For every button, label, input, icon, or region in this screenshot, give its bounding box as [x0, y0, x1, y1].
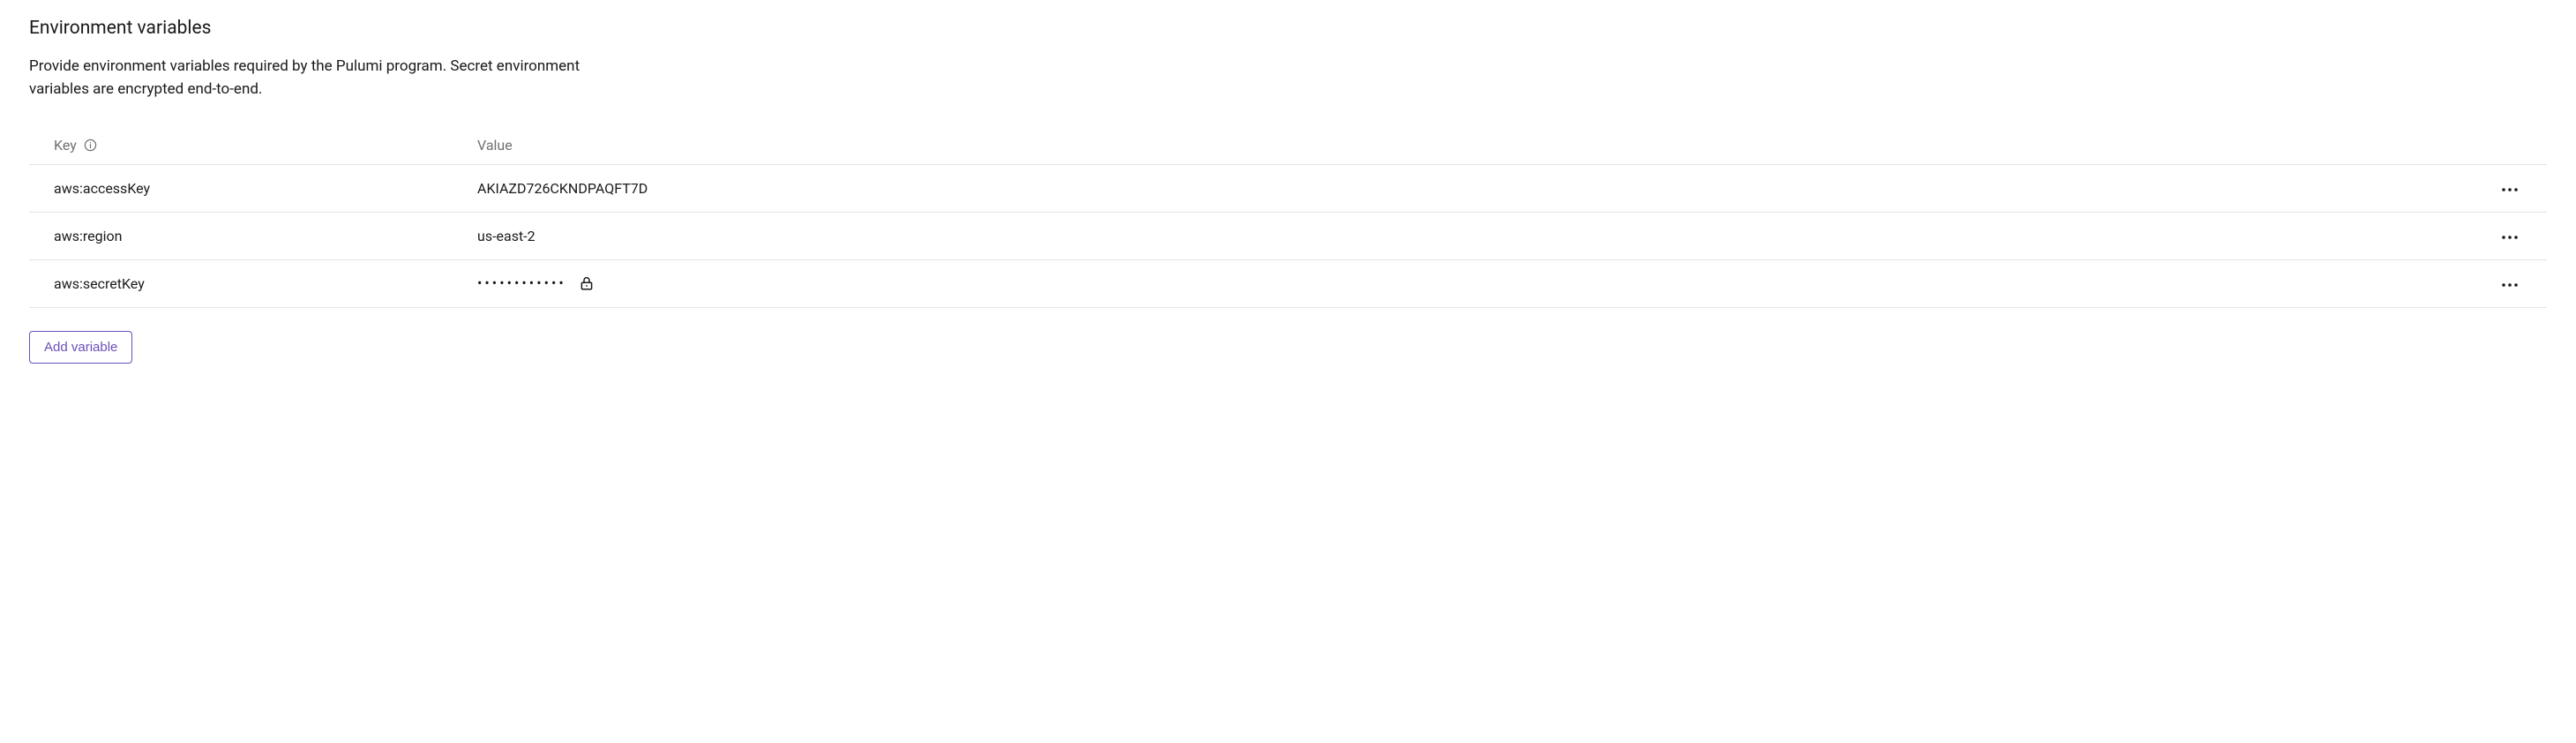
more-horizontal-icon — [2501, 277, 2519, 290]
more-horizontal-icon — [2501, 182, 2519, 195]
env-key: aws:secretKey — [54, 275, 145, 292]
more-horizontal-icon — [2501, 229, 2519, 243]
lock-icon — [579, 275, 595, 291]
column-header-key: Key — [54, 137, 77, 154]
table-row: aws:secretKey •••••••••••• — [29, 260, 2547, 308]
add-variable-button[interactable]: Add variable — [29, 331, 132, 364]
env-value-secret: •••••••••••• — [477, 276, 566, 290]
env-variables-table: Key Value aws:accessKey AKIAZD726CKNDPAQ… — [29, 126, 2547, 308]
section-title: Environment variables — [29, 18, 2547, 39]
env-key: aws:accessKey — [54, 180, 150, 197]
section-description: Provide environment variables required b… — [29, 55, 629, 101]
column-header-value: Value — [477, 137, 513, 154]
env-value: us-east-2 — [477, 228, 535, 244]
table-row: aws:region us-east-2 — [29, 213, 2547, 260]
more-actions-button[interactable] — [2497, 178, 2522, 199]
table-header: Key Value — [29, 126, 2547, 165]
env-key: aws:region — [54, 228, 122, 244]
more-actions-button[interactable] — [2497, 274, 2522, 294]
env-value: AKIAZD726CKNDPAQFT7D — [477, 180, 648, 197]
more-actions-button[interactable] — [2497, 226, 2522, 246]
info-icon[interactable] — [84, 139, 97, 152]
table-row: aws:accessKey AKIAZD726CKNDPAQFT7D — [29, 165, 2547, 213]
